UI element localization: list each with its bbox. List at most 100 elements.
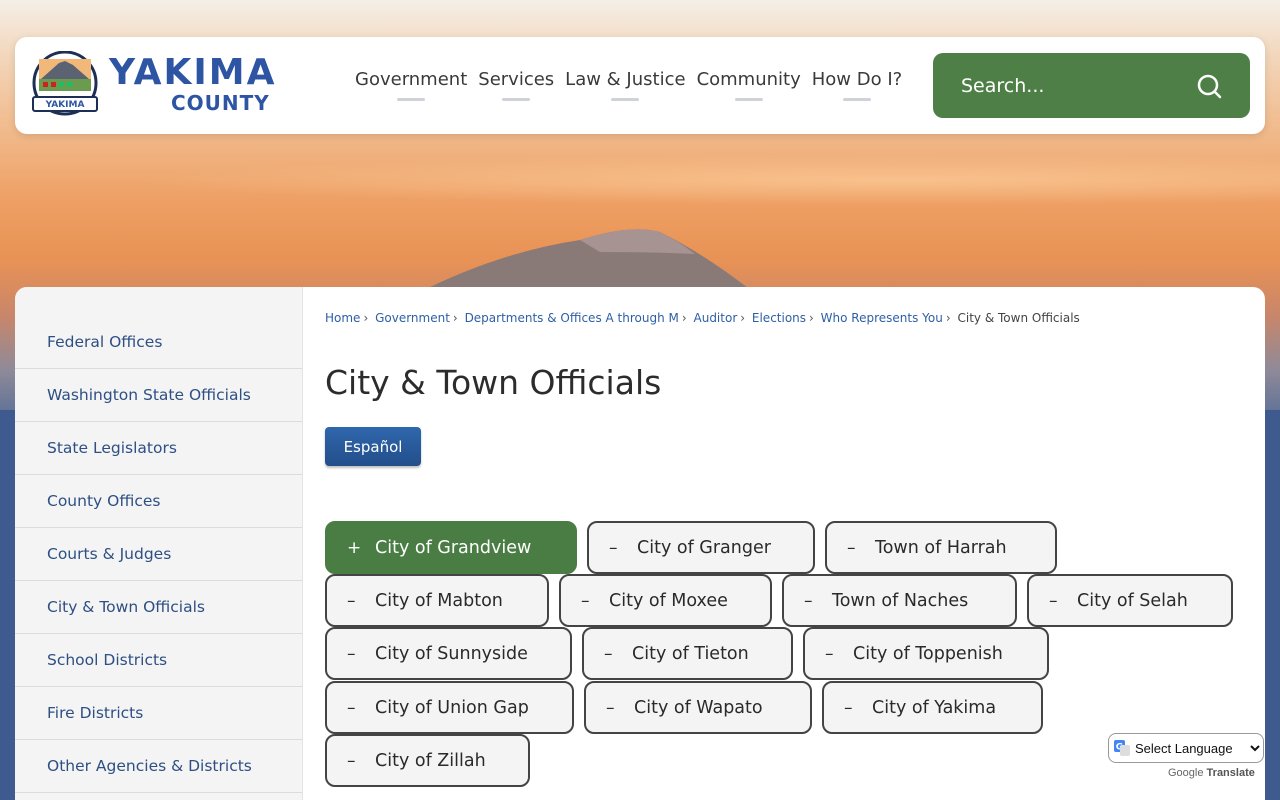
svg-text:YAKIMA: YAKIMA — [45, 100, 85, 110]
collapse-icon: – — [347, 697, 356, 718]
tab-label: City of Sunnyside — [375, 643, 528, 664]
sidebar: Federal Offices Washington State Officia… — [15, 287, 303, 800]
sidebar-list: Federal Offices Washington State Officia… — [15, 287, 302, 793]
tab-city-of-yakima[interactable]: – City of Yakima — [822, 681, 1043, 734]
breadcrumb-elections[interactable]: Elections — [752, 311, 806, 325]
tab-label: City of Wapato — [634, 697, 763, 718]
tab-city-of-sunnyside[interactable]: – City of Sunnyside — [325, 627, 572, 680]
tab-label: City of Tieton — [632, 643, 749, 664]
breadcrumb-home[interactable]: Home — [325, 311, 360, 325]
search-icon[interactable] — [1195, 72, 1223, 100]
collapse-icon: – — [844, 697, 853, 718]
sidebar-item-fire-districts[interactable]: Fire Districts — [15, 687, 302, 740]
tab-label: City of Granger — [637, 537, 771, 558]
sidebar-item-federal-offices[interactable]: Federal Offices — [15, 315, 302, 369]
tab-city-of-zillah[interactable]: – City of Zillah — [325, 734, 530, 787]
collapse-icon: – — [847, 537, 856, 558]
county-logo[interactable]: YAKIMA YAKIMA COUNTY — [29, 51, 339, 121]
expand-icon: + — [347, 537, 362, 558]
breadcrumb-departments[interactable]: Departments & Offices A through M — [465, 311, 679, 325]
tab-label: City of Moxee — [609, 590, 728, 611]
collapse-icon: – — [347, 750, 356, 771]
tab-city-of-granger[interactable]: – City of Granger — [587, 521, 815, 574]
collapse-icon: – — [581, 590, 590, 611]
sidebar-item-county-offices[interactable]: County Offices — [15, 475, 302, 528]
tab-town-of-naches[interactable]: – Town of Naches — [782, 574, 1017, 627]
language-select[interactable]: Select Language — [1108, 733, 1264, 763]
tab-label: City of Toppenish — [853, 643, 1003, 664]
tab-city-of-selah[interactable]: – City of Selah — [1027, 574, 1233, 627]
nav-underline — [611, 98, 640, 101]
cloud — [0, 150, 1280, 210]
nav-underline — [842, 98, 871, 101]
nav-label: How Do I? — [811, 69, 903, 90]
nav-community[interactable]: Community — [697, 69, 801, 101]
collapse-icon: – — [609, 537, 618, 558]
logo-subtitle: COUNTY — [171, 91, 270, 115]
tab-city-of-toppenish[interactable]: – City of Toppenish — [803, 627, 1049, 680]
tab-label: City of Selah — [1077, 590, 1188, 611]
breadcrumb-separator: › — [452, 311, 458, 325]
translate-brand[interactable]: Translate — [1207, 767, 1255, 779]
collapse-icon: – — [347, 643, 356, 664]
tab-label: Town of Harrah — [875, 537, 1007, 558]
breadcrumb-separator: › — [363, 311, 369, 325]
breadcrumb-separator: › — [681, 311, 687, 325]
nav-underline — [734, 98, 763, 101]
nav-services[interactable]: Services — [478, 69, 554, 101]
breadcrumb-government[interactable]: Government — [375, 311, 450, 325]
collapse-icon: – — [825, 643, 834, 664]
tab-city-of-grandview[interactable]: + City of Grandview — [325, 521, 577, 574]
tab-town-of-harrah[interactable]: – Town of Harrah — [825, 521, 1057, 574]
page-title: City & Town Officials — [325, 363, 662, 402]
tab-label: City of Grandview — [375, 537, 532, 558]
county-seal-icon: YAKIMA — [32, 51, 98, 116]
google-translate-icon: G — [1114, 740, 1130, 756]
nav-label: Services — [478, 69, 555, 90]
nav-label: Community — [696, 69, 801, 90]
nav-underline — [502, 98, 531, 101]
breadcrumb: Home › Government › Departments & Offices … — [325, 311, 1080, 325]
logo-title: YAKIMA — [109, 52, 277, 93]
sidebar-item-school-districts[interactable]: School Districts — [15, 634, 302, 687]
collapse-icon: – — [1049, 590, 1058, 611]
nav-government[interactable]: Government — [355, 69, 467, 101]
search-box — [933, 53, 1250, 118]
sidebar-item-city-town-officials[interactable]: City & Town Officials — [15, 581, 302, 634]
nav-how-do-i[interactable]: How Do I? — [812, 69, 902, 101]
collapse-icon: – — [347, 590, 356, 611]
sidebar-item-state-legislators[interactable]: State Legislators — [15, 422, 302, 475]
tab-label: City of Mabton — [375, 590, 503, 611]
tab-label: City of Union Gap — [375, 697, 529, 718]
search-input[interactable] — [961, 71, 1191, 101]
breadcrumb-who-represents-you[interactable]: Who Represents You — [821, 311, 943, 325]
breadcrumb-separator: › — [740, 311, 746, 325]
tab-label: City of Zillah — [375, 750, 486, 771]
breadcrumb-current: City & Town Officials — [957, 311, 1080, 325]
tab-label: City of Yakima — [872, 697, 997, 718]
collapse-icon: – — [606, 697, 615, 718]
nav-label: Government — [355, 69, 468, 90]
google-translate-widget: Select Language G Google Translate — [1108, 733, 1264, 779]
collapse-icon: – — [604, 643, 613, 664]
sidebar-item-courts-judges[interactable]: Courts & Judges — [15, 528, 302, 581]
tab-city-of-wapato[interactable]: – City of Wapato — [584, 681, 812, 734]
collapse-icon: – — [804, 590, 813, 611]
content-card: Federal Offices Washington State Officia… — [15, 287, 1265, 800]
powered-by-text: Google Translate — [1168, 767, 1255, 779]
main-nav: Government Services Law & Justice Commun… — [355, 69, 913, 101]
sidebar-item-other-agencies[interactable]: Other Agencies & Districts — [15, 740, 302, 793]
sidebar-item-washington-state-officials[interactable]: Washington State Officials — [15, 369, 302, 422]
tab-city-of-tieton[interactable]: – City of Tieton — [582, 627, 793, 680]
nav-underline — [397, 98, 426, 101]
tab-city-of-mabton[interactable]: – City of Mabton — [325, 574, 549, 627]
site-header: YAKIMA YAKIMA COUNTY Government Services… — [15, 37, 1265, 134]
breadcrumb-separator: › — [809, 311, 814, 325]
google-brand: Google — [1168, 767, 1204, 779]
nav-law-justice[interactable]: Law & Justice — [565, 69, 686, 101]
nav-label: Law & Justice — [565, 69, 686, 90]
tab-city-of-union-gap[interactable]: – City of Union Gap — [325, 681, 574, 734]
espanol-button[interactable]: Español — [325, 427, 421, 466]
breadcrumb-auditor[interactable]: Auditor — [694, 311, 738, 325]
tab-city-of-moxee[interactable]: – City of Moxee — [559, 574, 772, 627]
